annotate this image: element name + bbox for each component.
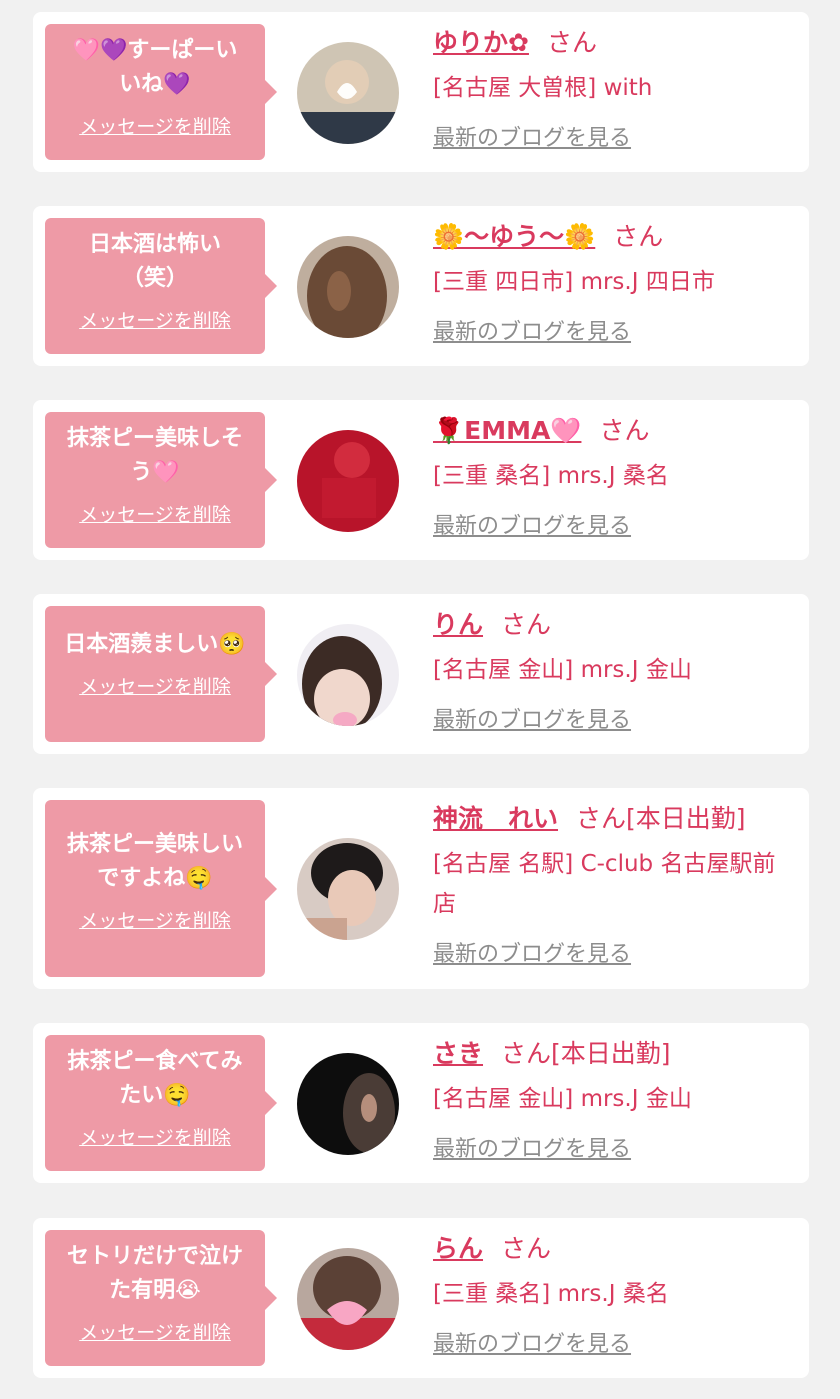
profile-info: りん さん [名古屋 金山] mrs.J 金山 最新のブログを見る <box>433 606 793 734</box>
delete-message-link[interactable]: メッセージを削除 <box>79 500 231 527</box>
latest-blog-link[interactable]: 最新のブログを見る <box>433 1326 631 1358</box>
message-text-line1: 🩷💜すーぱーい <box>72 38 238 63</box>
name-row: ゆりか✿ さん <box>433 24 793 62</box>
name-suffix: さん <box>613 222 664 251</box>
message-bubble: 日本酒は怖い （笑） メッセージを削除 <box>45 218 277 354</box>
name-suffix: さん <box>546 28 597 57</box>
message-text-line1: セトリだけで泣け <box>66 1244 243 1269</box>
delete-message-link[interactable]: メッセージを削除 <box>79 672 231 699</box>
name-suffix: さん <box>501 610 552 639</box>
message-text-line1: 抹茶ピー美味しい <box>66 832 243 857</box>
shop-info: [三重 四日市] mrs.J 四日市 <box>433 269 715 295</box>
delete-message-link[interactable]: メッセージを削除 <box>79 112 231 139</box>
name-suffix: さん[本日出勤] <box>501 1039 671 1068</box>
message-text-line2: たい🤤 <box>119 1083 191 1108</box>
shop-info: [名古屋 金山] mrs.J 金山 <box>433 1086 692 1112</box>
delete-message-link[interactable]: メッセージを削除 <box>79 906 231 933</box>
latest-blog-link[interactable]: 最新のブログを見る <box>433 120 631 152</box>
message-text-line2: いね💜 <box>119 72 191 97</box>
girl-name-link[interactable]: 神流 れい <box>433 804 558 833</box>
profile-info: 神流 れい さん[本日出勤] [名古屋 名駅] C-club 名古屋駅前店 最新の… <box>433 800 793 968</box>
avatar[interactable] <box>297 42 399 144</box>
list-item: 日本酒羨ましい🥺 メッセージを削除 りん さん [名古屋 金山] mrs.J 金山… <box>33 594 809 754</box>
name-row: さき さん[本日出勤] <box>433 1035 793 1073</box>
girl-name-link[interactable]: 🌹EMMA🩷 <box>433 416 581 445</box>
girl-name-link[interactable]: 🌼〜ゆう〜🌼 <box>433 222 595 251</box>
profile-info: 🌼〜ゆう〜🌼 さん [三重 四日市] mrs.J 四日市 最新のブログを見る <box>433 218 793 346</box>
avatar[interactable] <box>297 236 399 338</box>
delete-message-link[interactable]: メッセージを削除 <box>79 1123 231 1150</box>
delete-message-link[interactable]: メッセージを削除 <box>79 1318 231 1345</box>
shop-info: [三重 桑名] mrs.J 桑名 <box>433 1281 669 1307</box>
name-suffix: さん[本日出勤] <box>576 804 746 833</box>
profile-info: らん さん [三重 桑名] mrs.J 桑名 最新のブログを見る <box>433 1230 793 1358</box>
shop-info: [名古屋 名駅] C-club 名古屋駅前店 <box>433 851 776 917</box>
delete-message-link[interactable]: メッセージを削除 <box>79 306 231 333</box>
latest-blog-link[interactable]: 最新のブログを見る <box>433 936 631 968</box>
list-item: 抹茶ピー美味しい ですよね🤤 メッセージを削除 神流 れい さん[本日出勤] [名… <box>33 788 809 989</box>
profile-info: さき さん[本日出勤] [名古屋 金山] mrs.J 金山 最新のブログを見る <box>433 1035 793 1163</box>
profile-info: ゆりか✿ さん [名古屋 大曽根] with 最新のブログを見る <box>433 24 793 152</box>
latest-blog-link[interactable]: 最新のブログを見る <box>433 314 631 346</box>
avatar[interactable] <box>297 624 399 726</box>
list-item: 日本酒は怖い （笑） メッセージを削除 🌼〜ゆう〜🌼 さん [三重 四日市] mr… <box>33 206 809 366</box>
message-list: 🩷💜すーぱーい いね💜 メッセージを削除 ゆりか✿ さん [名古屋 大曽根] wi… <box>0 0 840 1399</box>
message-text-line1: 日本酒羨ましい🥺 <box>64 632 246 657</box>
message-text-line2: ですよね🤤 <box>97 866 213 891</box>
girl-name-link[interactable]: りん <box>433 610 483 639</box>
message-bubble: 抹茶ピー美味しい ですよね🤤 メッセージを削除 <box>45 800 277 977</box>
girl-name-link[interactable]: らん <box>433 1234 483 1263</box>
message-text-line2: （笑） <box>121 266 188 291</box>
girl-name-link[interactable]: さき <box>433 1039 483 1068</box>
message-text-line1: 日本酒は怖い <box>88 232 221 257</box>
avatar[interactable] <box>297 1053 399 1155</box>
message-bubble: 日本酒羨ましい🥺 メッセージを削除 <box>45 606 277 742</box>
list-item: セトリだけで泣け た有明😭 メッセージを削除 らん さん [三重 桑名] mrs.… <box>33 1218 809 1378</box>
list-item: 🩷💜すーぱーい いね💜 メッセージを削除 ゆりか✿ さん [名古屋 大曽根] wi… <box>33 12 809 172</box>
name-row: 🌹EMMA🩷 さん <box>433 412 793 450</box>
message-bubble: 抹茶ピー美味しそ う🩷 メッセージを削除 <box>45 412 277 548</box>
latest-blog-link[interactable]: 最新のブログを見る <box>433 1131 631 1163</box>
message-text-line2: う🩷 <box>130 460 180 485</box>
shop-info: [三重 桑名] mrs.J 桑名 <box>433 463 669 489</box>
profile-info: 🌹EMMA🩷 さん [三重 桑名] mrs.J 桑名 最新のブログを見る <box>433 412 793 540</box>
name-suffix: さん <box>599 416 650 445</box>
latest-blog-link[interactable]: 最新のブログを見る <box>433 702 631 734</box>
avatar[interactable] <box>297 838 399 940</box>
name-row: 🌼〜ゆう〜🌼 さん <box>433 218 793 256</box>
shop-info: [名古屋 金山] mrs.J 金山 <box>433 657 692 683</box>
message-text-line1: 抹茶ピー食べてみ <box>67 1049 243 1074</box>
name-row: 神流 れい さん[本日出勤] <box>433 800 793 838</box>
name-row: らん さん <box>433 1230 793 1268</box>
avatar[interactable] <box>297 1248 399 1350</box>
name-suffix: さん <box>501 1234 552 1263</box>
avatar[interactable] <box>297 430 399 532</box>
message-text-line2: た有明😭 <box>109 1278 201 1303</box>
girl-name-link[interactable]: ゆりか✿ <box>433 28 529 57</box>
message-bubble: セトリだけで泣け た有明😭 メッセージを削除 <box>45 1230 277 1366</box>
message-bubble: 🩷💜すーぱーい いね💜 メッセージを削除 <box>45 24 277 160</box>
name-row: りん さん <box>433 606 793 644</box>
message-text-line1: 抹茶ピー美味しそ <box>66 426 243 451</box>
message-bubble: 抹茶ピー食べてみ たい🤤 メッセージを削除 <box>45 1035 277 1171</box>
shop-info: [名古屋 大曽根] with <box>433 75 653 101</box>
list-item: 抹茶ピー食べてみ たい🤤 メッセージを削除 さき さん[本日出勤] [名古屋 金山… <box>33 1023 809 1183</box>
latest-blog-link[interactable]: 最新のブログを見る <box>433 508 631 540</box>
list-item: 抹茶ピー美味しそ う🩷 メッセージを削除 🌹EMMA🩷 さん [三重 桑名] mr… <box>33 400 809 560</box>
